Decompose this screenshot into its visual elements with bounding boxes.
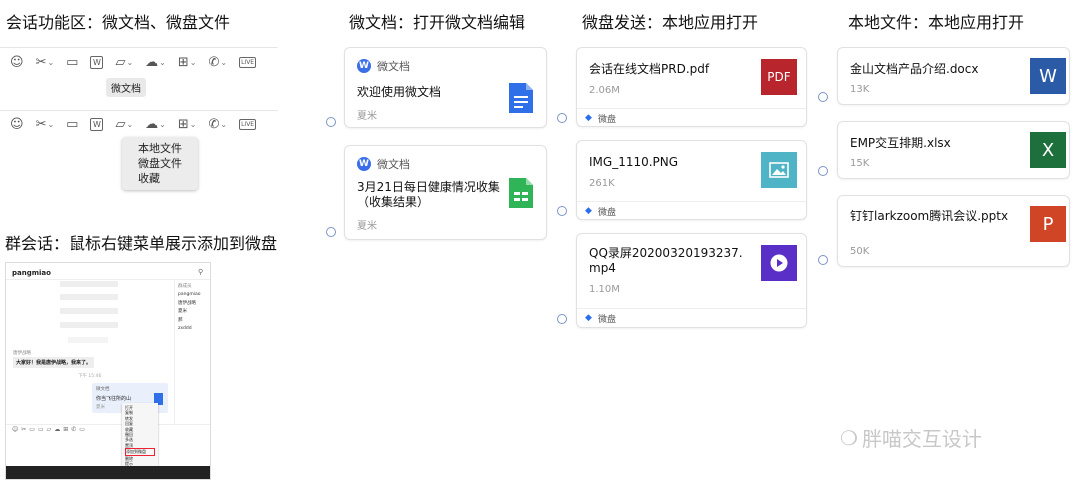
weipan-card-2[interactable]: IMG_1110.PNG 261K ◆ 微盘 (576, 140, 807, 220)
weidoc-logo-icon: W (357, 59, 371, 73)
weidoc-card-title: 3月21日每日健康情况收集（收集结果） (357, 180, 500, 209)
file-size: 261K (589, 178, 615, 189)
select-radio[interactable] (818, 255, 828, 265)
weidoc-card-owner: 夏米 (357, 221, 377, 232)
menu-item-favorites[interactable]: 收藏 (138, 171, 182, 186)
select-radio[interactable] (557, 113, 567, 123)
context-menu-item-add-to-weipan[interactable]: 添加到微盘 (125, 448, 155, 456)
mini-toolbar: ☺✂▭▭▱☁⊞✆▭ (12, 426, 88, 433)
file-source: 微盘 (598, 115, 617, 125)
select-radio[interactable] (557, 206, 567, 216)
file-size: 50K (850, 246, 870, 257)
apps-icon[interactable]: ⊞ ⌄ (178, 117, 197, 132)
file-source: 微盘 (598, 315, 617, 325)
heading-weidoc: 微文档：打开微文档编辑 (349, 13, 526, 32)
weidoc-tooltip: 微文档 (106, 78, 146, 97)
chat-toolbar-2: ☺ ✂ ⌄ ▭ W ▱ ⌄ ☁ ⌄ ⊞ ⌄ ✆ ⌄ LIVE (10, 117, 257, 132)
weidoc-card-title: 欢迎使用微文档 (357, 85, 442, 99)
file-size: 2.06M (589, 85, 620, 96)
wechat-icon: ❍ (840, 425, 858, 450)
select-radio[interactable] (326, 227, 336, 237)
select-radio[interactable] (557, 314, 567, 324)
folder-icon[interactable]: ▱ ⌄ (115, 117, 133, 132)
time-label: 下午 15:46 (78, 374, 102, 379)
members-list: pangmiao 唐伊战略 夏米 郝 zxddd (178, 292, 201, 331)
message-bubble: 大家好！我是唐伊战略，我来了。 (13, 357, 95, 368)
weidoc-icon[interactable]: W (90, 56, 104, 69)
phone-icon[interactable]: ✆ ⌄ (208, 55, 227, 70)
weidoc-card-1[interactable]: W 微文档 欢迎使用微文档 夏米 (344, 47, 547, 128)
weipan-card-3[interactable]: QQ录屏20200320193237.mp4 1.10M ◆ 微盘 (576, 233, 807, 328)
watermark-text: 胖喵交互设计 (861, 427, 982, 451)
heading-weipan: 微盘发送：本地应用打开 (582, 13, 759, 32)
folder-dropdown-menu: 本地文件 微盘文件 收藏 (122, 137, 198, 190)
ppt-icon: P (1030, 206, 1066, 242)
apps-icon[interactable]: ⊞ ⌄ (178, 55, 197, 70)
menu-item-weipan-file[interactable]: 微盘文件 (138, 156, 182, 171)
pdf-icon: PDF (761, 59, 797, 95)
video-icon (761, 245, 797, 281)
folder-icon[interactable]: ▱ ⌄ (115, 55, 133, 70)
file-name: 会话在线文档PRD.pdf (589, 62, 710, 76)
file-name: 钉钉larkzoom腾讯会议.pptx (850, 209, 1009, 223)
image-icon[interactable]: ▭ (66, 55, 78, 70)
taskbar (6, 466, 210, 479)
watermark: ❍ 胖喵交互设计 (840, 423, 982, 452)
excel-icon: X (1030, 132, 1066, 168)
menu-item-local-file[interactable]: 本地文件 (138, 141, 182, 156)
smile-icon[interactable]: ☺ (10, 55, 24, 70)
user-icon[interactable]: ⚲ (198, 268, 203, 276)
weidoc-logo-icon: W (357, 157, 371, 171)
heading-chat-area: 会话功能区：微文档、微盘文件 (6, 13, 231, 32)
chat-toolbar-1: ☺ ✂ ⌄ ▭ W ▱ ⌄ ☁ ⌄ ⊞ ⌄ ✆ ⌄ LIVE (10, 55, 257, 70)
file-name: IMG_1110.PNG (589, 155, 679, 169)
word-icon: W (1030, 58, 1066, 94)
local-card-1[interactable]: 金山文档产品介绍.docx 13K W (837, 47, 1070, 105)
smile-icon[interactable]: ☺ (10, 117, 24, 132)
file-size: 1.10M (589, 284, 620, 295)
cloud-icon[interactable]: ☁ ⌄ (145, 55, 166, 70)
cloud-icon[interactable]: ☁ ⌄ (145, 117, 166, 132)
heading-local: 本地文件：本地应用打开 (848, 13, 1025, 32)
file-size: 15K (850, 158, 870, 169)
weidoc-icon[interactable]: W (90, 118, 104, 131)
weipan-icon: ◆ (585, 313, 592, 323)
file-name: QQ录屏20200320193237.mp4 (589, 246, 743, 275)
weidoc-card-2[interactable]: W 微文档 3月21日每日健康情况收集（收集结果） 夏米 (344, 145, 547, 240)
select-radio[interactable] (818, 92, 828, 102)
chat-title: pangmiao (12, 269, 51, 277)
members-label: 群成员 (178, 284, 192, 289)
image-file-icon (761, 152, 797, 188)
live-icon[interactable]: LIVE (239, 57, 257, 68)
scissors-icon[interactable]: ✂ ⌄ (36, 55, 55, 70)
image-icon[interactable]: ▭ (66, 117, 78, 132)
weipan-icon: ◆ (585, 113, 592, 123)
weipan-card-1[interactable]: 会话在线文档PRD.pdf 2.06M PDF ◆ 微盘 (576, 47, 807, 127)
doc-icon (509, 83, 533, 113)
file-name: 金山文档产品介绍.docx (850, 62, 979, 76)
message-sender: 唐伊战略 (13, 351, 31, 356)
file-source: 微盘 (598, 208, 617, 218)
scissors-icon[interactable]: ✂ ⌄ (36, 117, 55, 132)
local-card-3[interactable]: 钉钉larkzoom腾讯会议.pptx 50K P (837, 195, 1070, 267)
phone-icon[interactable]: ✆ ⌄ (208, 117, 227, 132)
file-name: EMP交互排期.xlsx (850, 136, 951, 150)
live-icon[interactable]: LIVE (239, 119, 257, 130)
select-radio[interactable] (818, 166, 828, 176)
select-radio[interactable] (326, 117, 336, 127)
sheet-icon (509, 178, 533, 208)
group-chat-screenshot: pangmiao ⚲ 群成员 pangmiao 唐伊战略 夏米 郝 zxddd … (5, 262, 211, 480)
file-size: 13K (850, 84, 870, 95)
heading-group-chat: 群会话：鼠标右键菜单展示添加到微盘 (5, 234, 278, 253)
weipan-icon: ◆ (585, 206, 592, 216)
local-card-2[interactable]: EMP交互排期.xlsx 15K X (837, 121, 1070, 179)
weidoc-card-owner: 夏米 (357, 111, 377, 122)
